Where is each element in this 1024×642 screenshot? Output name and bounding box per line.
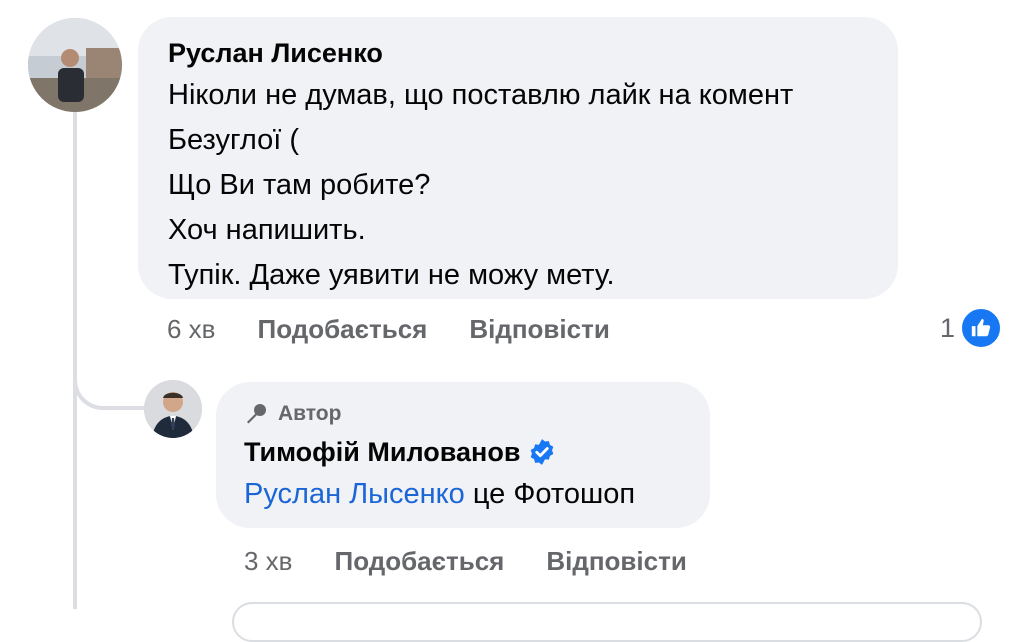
comment-text-line: Хоч напишить. [168,214,366,246]
mention-link[interactable]: Руслан Лысенко [244,478,465,510]
reply-text-body: це Фотошоп [464,478,636,510]
author-badge-label: Автор [278,402,342,425]
reply-bubble: Автор Тимофій Милованов Руслан Лысенко ц… [216,382,710,528]
like-button[interactable]: Подобається [335,546,505,577]
reply-actions: 3 хв Подобається Відповісти [244,544,687,578]
reply-timestamp[interactable]: 3 хв [244,546,293,577]
comment-text-line: Ніколи не думав, що поставлю лайк на ком… [168,79,794,111]
reply-author-name[interactable]: Тимофій Милованов [244,436,520,468]
like-button[interactable]: Подобається [258,314,428,345]
like-reaction-icon [959,306,1004,350]
verified-check-icon [528,438,556,466]
reaction-summary[interactable]: 1 [940,306,1004,350]
avatar-commenter[interactable] [28,18,122,112]
comment-text-line: Що Ви там робите? [168,169,431,201]
reply-button[interactable]: Відповісти [469,314,609,345]
comment-text-line: Безуглої ( [168,124,300,156]
comment-bubble: Руслан Лисенко Ніколи не думав, що поста… [138,17,898,299]
reply-button[interactable]: Відповісти [546,546,686,577]
microphone-icon [247,404,266,424]
reply-text: Руслан Лысенко це Фотошоп [244,472,682,517]
avatar-photo-icon [28,18,122,112]
avatar-photo-icon [144,380,202,438]
thread-line-branch [73,350,145,410]
reply-input-box[interactable] [232,602,982,642]
author-badge: Автор [244,402,682,426]
comment-text-line: Тупік. Даже уявити не можу мету. [168,259,615,291]
comment-actions: 6 хв Подобається Відповісти [167,312,610,346]
reaction-count: 1 [940,312,956,343]
comment-author-name[interactable]: Руслан Лисенко [168,37,868,69]
comment-timestamp[interactable]: 6 хв [167,314,216,345]
avatar-reply-author[interactable] [144,380,202,438]
